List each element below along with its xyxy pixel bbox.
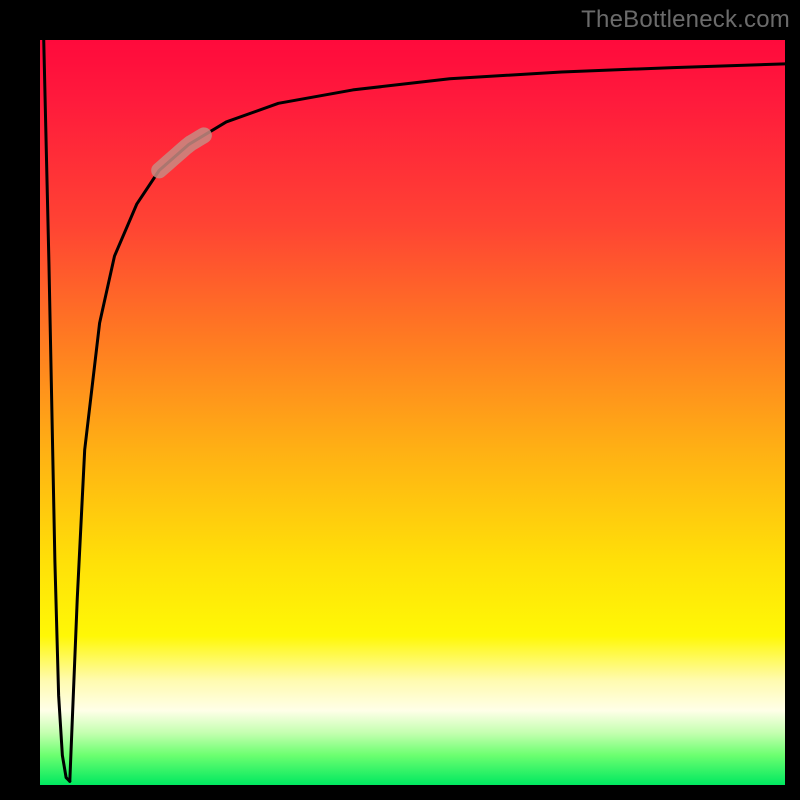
series-main-curve bbox=[70, 64, 785, 781]
highlight-segment bbox=[159, 135, 204, 170]
chart-container: TheBottleneck.com bbox=[0, 0, 800, 800]
curve-layer bbox=[40, 40, 785, 785]
curve-group bbox=[44, 40, 785, 781]
watermark-text: TheBottleneck.com bbox=[581, 6, 790, 34]
series-left-spike-curve bbox=[44, 40, 70, 781]
